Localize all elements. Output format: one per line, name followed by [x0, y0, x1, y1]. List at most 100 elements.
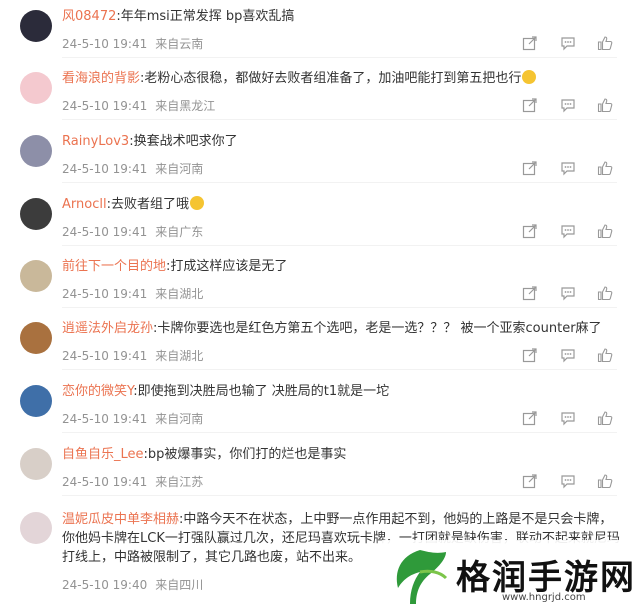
comment-text: 看海浪的背影:老粉心态很稳，都做好去败者组准备了，加油吧能打到第五把也行 — [62, 70, 622, 88]
divider — [62, 432, 617, 433]
share-icon[interactable] — [522, 160, 538, 176]
emoji-icon — [189, 196, 204, 210]
username-link[interactable]: RainyLov3 — [62, 134, 129, 149]
avatar[interactable] — [20, 72, 52, 104]
like-icon[interactable] — [597, 223, 613, 239]
share-icon[interactable] — [522, 223, 538, 239]
timestamp: 24-5-10 19:41 — [62, 37, 148, 51]
comment-text: 逍遥法外启龙孙:卡牌你要选也是红色方第五个选吧，老是一选？？？ 被一个亚索cou… — [62, 320, 622, 338]
like-icon[interactable] — [597, 473, 613, 489]
avatar[interactable] — [20, 512, 52, 544]
username-link[interactable]: 前往下一个目的地 — [62, 259, 166, 274]
divider — [62, 369, 617, 370]
comment-body: :打成这样应该是无了 — [166, 259, 288, 274]
location: 来自四川 — [155, 578, 204, 592]
share-icon[interactable] — [522, 410, 538, 426]
comment-body: :换套战术吧求你了 — [129, 134, 238, 149]
watermark-logo — [396, 550, 448, 604]
avatar[interactable] — [20, 322, 52, 354]
timestamp: 24-5-10 19:41 — [62, 162, 148, 176]
location: 来自广东 — [155, 225, 204, 239]
divider — [62, 182, 617, 183]
comment-body: :bp被爆事实，你们打的烂也是事实 — [143, 447, 347, 462]
comment-meta: 24-5-10 19:41 来自江苏 — [62, 473, 203, 490]
like-icon[interactable] — [597, 285, 613, 301]
comment-icon[interactable] — [560, 35, 576, 51]
comment-actions — [522, 223, 617, 239]
divider — [62, 495, 617, 496]
comment-meta: 24-5-10 19:41 来自湖北 — [62, 347, 203, 364]
comment-icon[interactable] — [560, 347, 576, 363]
location: 来自湖北 — [155, 349, 204, 363]
comment-actions — [522, 97, 617, 113]
comment-text: 恋你的微笑Y:即使拖到决胜局也输了 决胜局的t1就是一坨 — [62, 383, 622, 401]
avatar[interactable] — [20, 385, 52, 417]
comment-meta: 24-5-10 19:41 来自广东 — [62, 223, 203, 240]
comment-icon[interactable] — [560, 410, 576, 426]
share-icon[interactable] — [522, 97, 538, 113]
location: 来自湖北 — [155, 287, 204, 301]
share-icon[interactable] — [522, 285, 538, 301]
divider — [62, 119, 617, 120]
location: 来自江苏 — [155, 475, 204, 489]
comment-actions — [522, 347, 617, 363]
location: 来自河南 — [155, 412, 204, 426]
like-icon[interactable] — [597, 347, 613, 363]
watermark: 格润手游网 www.hngrjd.com — [382, 540, 633, 611]
comment-actions — [522, 35, 617, 51]
comment-text: RainyLov3:换套战术吧求你了 — [62, 133, 622, 151]
username-link[interactable]: 恋你的微笑Y — [62, 384, 133, 399]
comment-meta: 24-5-10 19:41 来自湖北 — [62, 285, 203, 302]
emoji-icon — [522, 70, 537, 84]
comment-meta: 24-5-10 19:41 来自河南 — [62, 160, 203, 177]
comment-meta: 24-5-10 19:41 来自河南 — [62, 410, 203, 427]
username-link[interactable]: 温妮瓜皮中单李相赫 — [62, 512, 179, 527]
location: 来自黑龙江 — [155, 99, 216, 113]
timestamp: 24-5-10 19:41 — [62, 99, 148, 113]
avatar[interactable] — [20, 135, 52, 167]
location: 来自云南 — [155, 37, 204, 51]
location: 来自河南 — [155, 162, 204, 176]
timestamp: 24-5-10 19:41 — [62, 475, 148, 489]
avatar[interactable] — [20, 260, 52, 292]
like-icon[interactable] — [597, 410, 613, 426]
avatar[interactable] — [20, 198, 52, 230]
share-icon[interactable] — [522, 35, 538, 51]
comment-meta: 24-5-10 19:41 来自云南 — [62, 35, 203, 52]
share-icon[interactable] — [522, 473, 538, 489]
username-link[interactable]: 看海浪的背影 — [62, 71, 140, 86]
comment-actions — [522, 160, 617, 176]
comment-icon[interactable] — [560, 285, 576, 301]
comment-body: :即使拖到决胜局也输了 决胜局的t1就是一坨 — [133, 384, 390, 399]
comment-actions — [522, 285, 617, 301]
timestamp: 24-5-10 19:41 — [62, 225, 148, 239]
comment-meta: 24-5-10 19:40 来自四川 — [62, 576, 203, 593]
comment-icon[interactable] — [560, 473, 576, 489]
comment-icon[interactable] — [560, 160, 576, 176]
divider — [62, 245, 617, 246]
comment-body: :卡牌你要选也是红色方第五个选吧，老是一选？？？ 被一个亚索counter麻了 — [153, 321, 602, 336]
divider — [62, 57, 617, 58]
comment-text: 前往下一个目的地:打成这样应该是无了 — [62, 258, 622, 276]
avatar[interactable] — [20, 10, 52, 42]
like-icon[interactable] — [597, 160, 613, 176]
timestamp: 24-5-10 19:41 — [62, 349, 148, 363]
comment-actions — [522, 473, 617, 489]
like-icon[interactable] — [597, 97, 613, 113]
comment-body: :去败者组了哦 — [106, 197, 189, 212]
avatar[interactable] — [20, 448, 52, 480]
username-link[interactable]: 逍遥法外启龙孙 — [62, 321, 153, 336]
comment-actions — [522, 410, 617, 426]
username-link[interactable]: Arnocll — [62, 197, 107, 212]
share-icon[interactable] — [522, 347, 538, 363]
like-icon[interactable] — [597, 35, 613, 51]
comment-body: :老粉心态很稳，都做好去败者组准备了，加油吧能打到第五把也行 — [140, 71, 522, 86]
watermark-url: www.hngrjd.com — [502, 592, 586, 603]
comment-icon[interactable] — [560, 223, 576, 239]
username-link[interactable]: 自鱼自乐_Lee — [62, 447, 144, 462]
comment-icon[interactable] — [560, 97, 576, 113]
username-link[interactable]: 风08472 — [62, 9, 116, 24]
comment-text: Arnocll:去败者组了哦 — [62, 196, 622, 214]
comment-meta: 24-5-10 19:41 来自黑龙江 — [62, 97, 215, 114]
timestamp: 24-5-10 19:41 — [62, 287, 148, 301]
